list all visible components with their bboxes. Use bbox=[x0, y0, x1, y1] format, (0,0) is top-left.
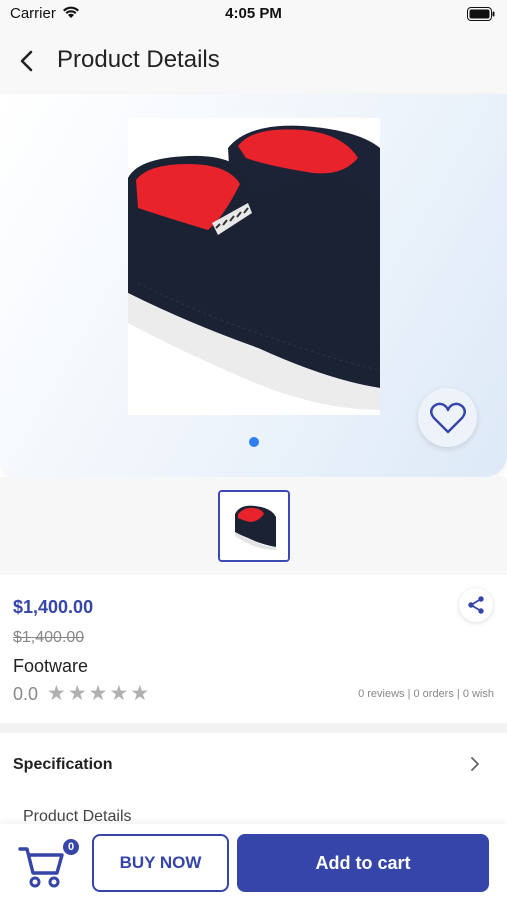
star-icon: ★ bbox=[109, 682, 129, 705]
cart-button[interactable]: 0 bbox=[17, 837, 81, 889]
chevron-right-icon bbox=[471, 757, 479, 771]
thumbnail-item[interactable] bbox=[218, 490, 290, 562]
wishlist-button[interactable] bbox=[418, 388, 477, 447]
share-icon bbox=[468, 596, 484, 614]
star-icon: ★ bbox=[130, 682, 150, 705]
cart-icon bbox=[18, 847, 64, 888]
product-name: Footware bbox=[13, 656, 89, 676]
product-info: $1,400.00 $1,400.00 Footware 0.0 ★ ★ ★ ★… bbox=[0, 575, 507, 723]
back-button[interactable] bbox=[12, 46, 42, 76]
section-divider bbox=[0, 723, 507, 733]
add-to-cart-button[interactable]: Add to cart bbox=[237, 834, 489, 892]
status-bar: Carrier 4:05 PM bbox=[0, 0, 507, 28]
cart-count-badge: 0 bbox=[61, 837, 81, 857]
heart-outline-icon bbox=[429, 402, 466, 433]
carousel-dot-active[interactable] bbox=[249, 437, 259, 447]
thumbnail-strip bbox=[0, 477, 507, 575]
nav-bar: Product Details bbox=[0, 28, 507, 94]
star-icon: ★ bbox=[88, 682, 108, 705]
chevron-left-icon bbox=[20, 50, 33, 72]
battery-icon bbox=[467, 7, 495, 21]
star-icon: ★ bbox=[67, 682, 87, 705]
star-icon: ★ bbox=[47, 682, 66, 705]
specification-row[interactable]: Specification bbox=[0, 733, 507, 797]
rating-value: 0.0 bbox=[13, 684, 39, 704]
specification-label: Specification bbox=[13, 756, 113, 773]
thumbnail-shoe-image bbox=[220, 492, 288, 560]
buy-now-button[interactable]: BUY NOW bbox=[92, 834, 229, 892]
page-title: Product Details bbox=[57, 46, 220, 73]
rating-stars: ★ ★ ★ ★ ★ bbox=[47, 683, 149, 704]
product-original-price: $1,400.00 bbox=[13, 629, 85, 646]
product-stats: 0 reviews | 0 orders | 0 wish bbox=[358, 688, 494, 700]
product-image bbox=[128, 118, 380, 415]
bottom-action-bar: 0 BUY NOW Add to cart bbox=[0, 824, 507, 900]
shoe-illustration bbox=[128, 118, 380, 415]
status-time: 4:05 PM bbox=[225, 5, 282, 22]
product-gallery[interactable] bbox=[0, 94, 507, 477]
share-button[interactable] bbox=[459, 588, 493, 622]
product-price: $1,400.00 bbox=[13, 597, 94, 617]
